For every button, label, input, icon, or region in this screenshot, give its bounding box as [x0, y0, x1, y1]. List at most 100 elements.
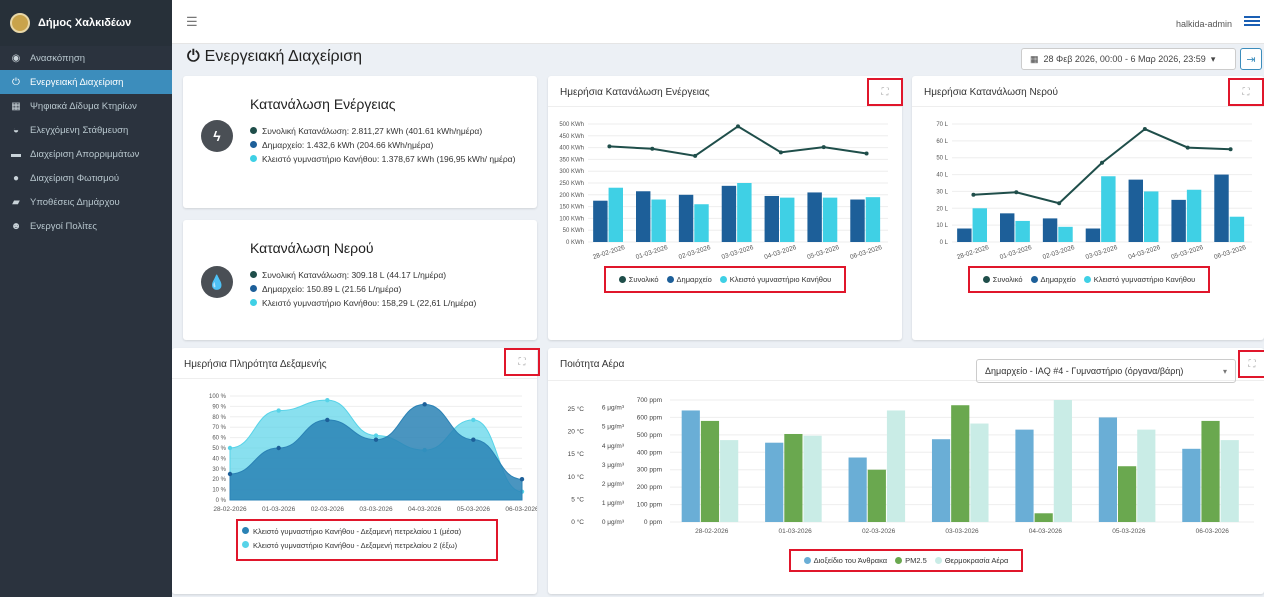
x-tick-label: 28-02-2026: [956, 244, 990, 261]
bar: [681, 410, 700, 522]
energy-summary-title: Κατανάλωση Ενέργειας: [250, 96, 396, 112]
sidebar-item[interactable]: ▬ Διαχείριση Απορριμμάτων: [0, 142, 172, 166]
x-tick-label: 01-03-2026: [635, 244, 669, 261]
bar: [1015, 220, 1030, 242]
bar: [1201, 420, 1220, 522]
legend-swatch: [1030, 276, 1038, 283]
bar: [1220, 440, 1239, 522]
x-tick-label: 05-03-2026: [1170, 244, 1204, 261]
expand-icon[interactable]: ⛶: [867, 78, 903, 106]
sensor-select[interactable]: Δημαρχείο - IAQ #4 - Γυμναστήριο (όργανα…: [976, 359, 1236, 383]
expand-icon[interactable]: ⛶: [504, 348, 540, 376]
sidebar-item[interactable]: ☻ Ενεργοί Πολίτες: [0, 214, 172, 238]
sidebar-item[interactable]: ◉ Ανασκόπηση: [0, 46, 172, 70]
total-line: [609, 125, 867, 157]
legend-item[interactable]: Κλειστό γυμναστήριο Κανήθου: [719, 275, 831, 284]
bar: [678, 194, 694, 242]
y-tick-label: 500 ppm: [637, 432, 662, 439]
legend-label: Συνολικό: [628, 275, 659, 284]
sidebar-item-label: Διαχείριση Απορριμμάτων: [30, 148, 140, 160]
y3-tick-label: 25 °C: [568, 405, 585, 413]
total-point: [736, 124, 740, 129]
legend-item[interactable]: Κλειστό γυμναστήριο Κανήθου - Δεξαμενή π…: [242, 525, 461, 539]
bar: [721, 185, 737, 242]
bar: [765, 442, 784, 522]
y-tick-label: 300 KWh: [559, 169, 584, 175]
legend-item[interactable]: Κλειστό γυμναστήριο Κανήθου - Δεξαμενή π…: [242, 539, 461, 553]
air-quality-chart: 0 ppm 100 ppm 200 ppm 300 ppm 400 ppm 500 ppm…: [568, 397, 1254, 535]
sidebar-item[interactable]: ▦ Ψηφιακά Δίδυμα Κτηρίων: [0, 94, 172, 118]
y-tick-label: 100 ppm: [637, 502, 662, 509]
bar: [764, 195, 779, 242]
bar: [700, 420, 720, 522]
water-drop-icon: 💧: [201, 266, 233, 298]
legend-item[interactable]: Δημαρχείο: [666, 275, 712, 284]
tank-point: [373, 433, 379, 438]
y3-tick-label: 5 °C: [571, 495, 584, 503]
y2-tick-label: 4 μg/m³: [602, 443, 625, 450]
tank-point: [276, 445, 281, 451]
x-tick-label: 04-03-2026: [764, 244, 798, 261]
legend-item[interactable]: Δημαρχείο: [1030, 275, 1076, 284]
sidebar-item[interactable]: ◒ Ελεγχόμενη Στάθμευση: [0, 118, 172, 142]
car-icon: ◒: [12, 124, 20, 136]
menu-toggle-icon[interactable]: ☰: [186, 14, 198, 30]
bar: [1182, 448, 1201, 522]
y-tick-label: 10 L: [936, 223, 948, 229]
folder-icon: ▰: [12, 196, 20, 208]
legend-item[interactable]: Συνολικό: [982, 275, 1023, 284]
legend-swatch: [934, 557, 942, 564]
expand-icon[interactable]: ⛶: [1238, 350, 1264, 378]
user-menu[interactable]: halkida-admin: [1176, 19, 1232, 29]
building-icon: ▦: [11, 100, 21, 112]
expand-icon[interactable]: ⛶: [1228, 78, 1264, 106]
sign-in-icon[interactable]: ⇥: [1240, 48, 1262, 70]
bar: [1015, 429, 1034, 522]
y3-tick-label: 10 °C: [568, 473, 585, 481]
total-point: [1228, 147, 1233, 152]
y-tick-label: 400 ppm: [637, 449, 662, 456]
tank-point: [519, 477, 525, 482]
bar: [1144, 191, 1159, 242]
total-point: [650, 146, 655, 151]
legend-item[interactable]: Συνολικό: [618, 275, 659, 284]
legend-item[interactable]: PM2.5: [895, 556, 927, 565]
y-tick-label: 150 KWh: [559, 205, 584, 211]
y-tick-label: 20 L: [936, 206, 948, 212]
x-tick-label: 02-03-2026: [1042, 244, 1076, 261]
energy-chart-title: Ημερήσια Κατανάλωση Ενέργειας: [560, 87, 710, 98]
sidebar-item[interactable]: ● Διαχείριση Φωτισμού: [0, 166, 172, 190]
caret-down-icon: ▾: [1222, 366, 1227, 376]
y-tick-label: 0 L: [940, 240, 949, 246]
tank-point: [471, 417, 476, 423]
legend-label: Θερμοκρασία Αέρα: [944, 556, 1009, 565]
bar: [951, 405, 970, 522]
legend-item[interactable]: Κλειστό γυμναστήριο Κανήθου: [1083, 275, 1195, 284]
truck-icon: ▬: [11, 148, 21, 160]
x-tick-label: 06-03-2026: [849, 244, 883, 261]
y-tick-label: 200 ppm: [637, 484, 662, 491]
legend-item[interactable]: Θερμοκρασία Αέρα: [934, 556, 1009, 565]
total-point: [1142, 127, 1147, 132]
y-tick-label: 300 ppm: [637, 467, 662, 474]
air-quality-card: Ποιότητα Αέρα Δημαρχείο - IAQ #4 - Γυμνα…: [548, 348, 1264, 594]
legend-swatch: [1083, 276, 1091, 283]
y-tick-label: 50 L: [936, 156, 948, 162]
y3-tick-label: 20 °C: [568, 428, 585, 436]
calendar-icon: ▦: [1030, 53, 1039, 64]
lightning-icon: ϟ: [201, 120, 233, 152]
bulb-icon: ●: [12, 172, 20, 184]
x-tick-label: 05-03-2026: [806, 244, 840, 261]
bar: [957, 228, 972, 242]
date-range-picker[interactable]: ▦ 28 Φεβ 2026, 00:00 - 6 Μαρ 2026, 23:59…: [1021, 48, 1236, 70]
x-tick-label: 28-02-2026: [592, 244, 626, 261]
bar: [865, 197, 881, 242]
legend-item[interactable]: Διοξείδιο του Άνθρακα: [803, 556, 887, 565]
language-flag-icon[interactable]: [1244, 16, 1260, 28]
sidebar-item[interactable]: ▰ Υποθέσεις Δημάρχου: [0, 190, 172, 214]
y-tick-label: 250 KWh: [559, 181, 584, 187]
sidebar-item[interactable]: ⏻ Ενεργειακή Διαχείριση: [0, 70, 172, 94]
power-icon: ⏻: [187, 48, 200, 65]
y-tick-label: 50 %: [212, 446, 226, 452]
brand[interactable]: Δήμος Χαλκιδέων: [0, 0, 172, 46]
